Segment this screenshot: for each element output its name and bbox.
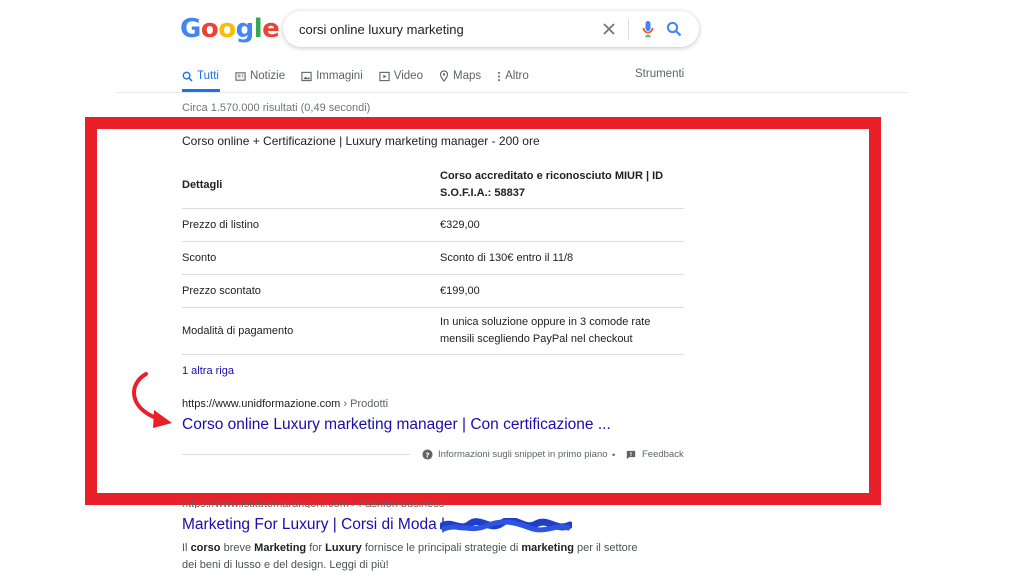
search-icon	[182, 71, 193, 82]
result-title-link[interactable]: Corso online Luxury marketing manager | …	[182, 416, 611, 434]
snippet-text: fornisce le principali strategie di	[361, 542, 522, 554]
tab-label: Tutti	[197, 70, 219, 82]
tab-label: Altro	[505, 70, 529, 82]
tab-maps[interactable]: Maps	[439, 68, 481, 84]
table-cell: Sconto di 130€ entro il 11/8	[440, 251, 574, 264]
table-cell: In unica soluzione oppure in 3 comode ra…	[440, 316, 651, 345]
table-cell: Modalità di pagamento	[182, 325, 294, 337]
search-box	[283, 11, 699, 47]
search-tabs: Tutti Notizie Immagini Video Maps Altro	[182, 68, 545, 92]
search-input[interactable]	[299, 21, 596, 37]
play-icon	[379, 71, 390, 81]
table-cell: Corso accreditato e riconosciuto MIUR | …	[440, 170, 664, 199]
table-row: Prezzo scontato €199,00	[182, 275, 684, 308]
url-text: https://www.istitutomarangoni.com › Fash…	[182, 498, 445, 508]
redaction-scribble	[440, 518, 572, 533]
snippet-title: Corso online + Certificazione | Luxury m…	[182, 134, 540, 148]
tab-label: Video	[393, 70, 423, 82]
logo-letter: g	[235, 14, 255, 44]
snippet-keyword: Marketing	[254, 542, 307, 554]
table-cell: Sconto	[182, 252, 217, 264]
tab-label: Immagini	[316, 70, 363, 82]
tools-button[interactable]: Strumenti	[635, 68, 684, 80]
search-divider	[628, 19, 629, 39]
image-icon	[301, 71, 312, 81]
search-icon[interactable]	[661, 16, 687, 42]
snippet-keyword: Luxury	[325, 542, 362, 554]
result-stats: Circa 1.570.000 risultati (0,49 secondi)	[182, 102, 371, 114]
table-cell: €329,00	[440, 218, 480, 231]
svg-text:?: ?	[425, 450, 429, 459]
more-rows-link[interactable]: 1 altra riga	[182, 365, 234, 377]
news-icon	[235, 71, 246, 81]
result-title-link[interactable]: Marketing For Luxury | Corsi di Moda |	[182, 516, 445, 534]
annotation-arrow-icon	[132, 372, 172, 428]
snippet-text: Il	[182, 542, 191, 554]
snippet-keyword: corso	[190, 542, 221, 554]
snippet-table: Dettagli Corso accreditato e riconosciut…	[182, 162, 684, 355]
nav-divider	[116, 92, 908, 93]
table-cell: €199,00	[440, 284, 480, 297]
url-domain: https://www.unidformazione.com	[182, 398, 341, 410]
logo-letter: e	[262, 14, 280, 44]
table-row: Prezzo di listino €329,00	[182, 209, 684, 242]
feedback-label: Feedback	[642, 449, 684, 460]
separator-dot: •	[612, 450, 616, 460]
table-cell: Prezzo di listino	[182, 219, 260, 231]
more-vert-icon	[498, 71, 501, 81]
table-row: Sconto Sconto di 130€ entro il 11/8	[182, 242, 684, 275]
result-url[interactable]: https://www.istitutomarangoni.com › Fash…	[182, 498, 472, 508]
snippet-footer-divider	[182, 454, 410, 455]
tab-label: Notizie	[249, 70, 286, 82]
help-icon: ?	[422, 449, 433, 460]
tab-notizie[interactable]: Notizie	[235, 68, 285, 84]
about-snippets-link[interactable]: ? Informazioni sugli snippet in primo pi…	[422, 449, 608, 460]
feedback-link[interactable]: Feedback	[626, 449, 684, 460]
close-icon[interactable]	[596, 16, 622, 42]
feedback-icon	[626, 450, 636, 459]
snippet-text: for	[306, 542, 326, 554]
microphone-icon[interactable]	[635, 16, 661, 42]
url-breadcrumb: › Prodotti	[340, 398, 389, 410]
map-pin-icon	[439, 70, 449, 82]
logo-letter: l	[253, 14, 263, 44]
snippet-keyword: marketing	[521, 542, 574, 554]
logo-letter: o	[218, 14, 236, 44]
result-url[interactable]: https://www.unidformazione.com › Prodott…	[182, 398, 388, 410]
google-logo[interactable]: Google	[180, 14, 280, 44]
table-row: Modalità di pagamento In unica soluzione…	[182, 308, 684, 355]
tab-video[interactable]: Video	[379, 68, 423, 84]
table-cell: Prezzo scontato	[182, 285, 261, 297]
tab-tutti[interactable]: Tutti	[182, 68, 219, 84]
result-snippet: Il corso breve Marketing for Luxury forn…	[182, 540, 642, 574]
about-snippets-label: Informazioni sugli snippet in primo pian…	[438, 449, 608, 460]
tab-altro[interactable]: Altro	[497, 68, 529, 84]
logo-letter: o	[200, 14, 219, 44]
logo-letter: G	[180, 14, 201, 44]
table-cell: Dettagli	[182, 179, 223, 191]
tab-immagini[interactable]: Immagini	[301, 68, 363, 84]
table-header-row: Dettagli Corso accreditato e riconosciut…	[182, 162, 684, 209]
tab-label: Maps	[452, 70, 482, 82]
snippet-text: breve	[220, 542, 255, 554]
